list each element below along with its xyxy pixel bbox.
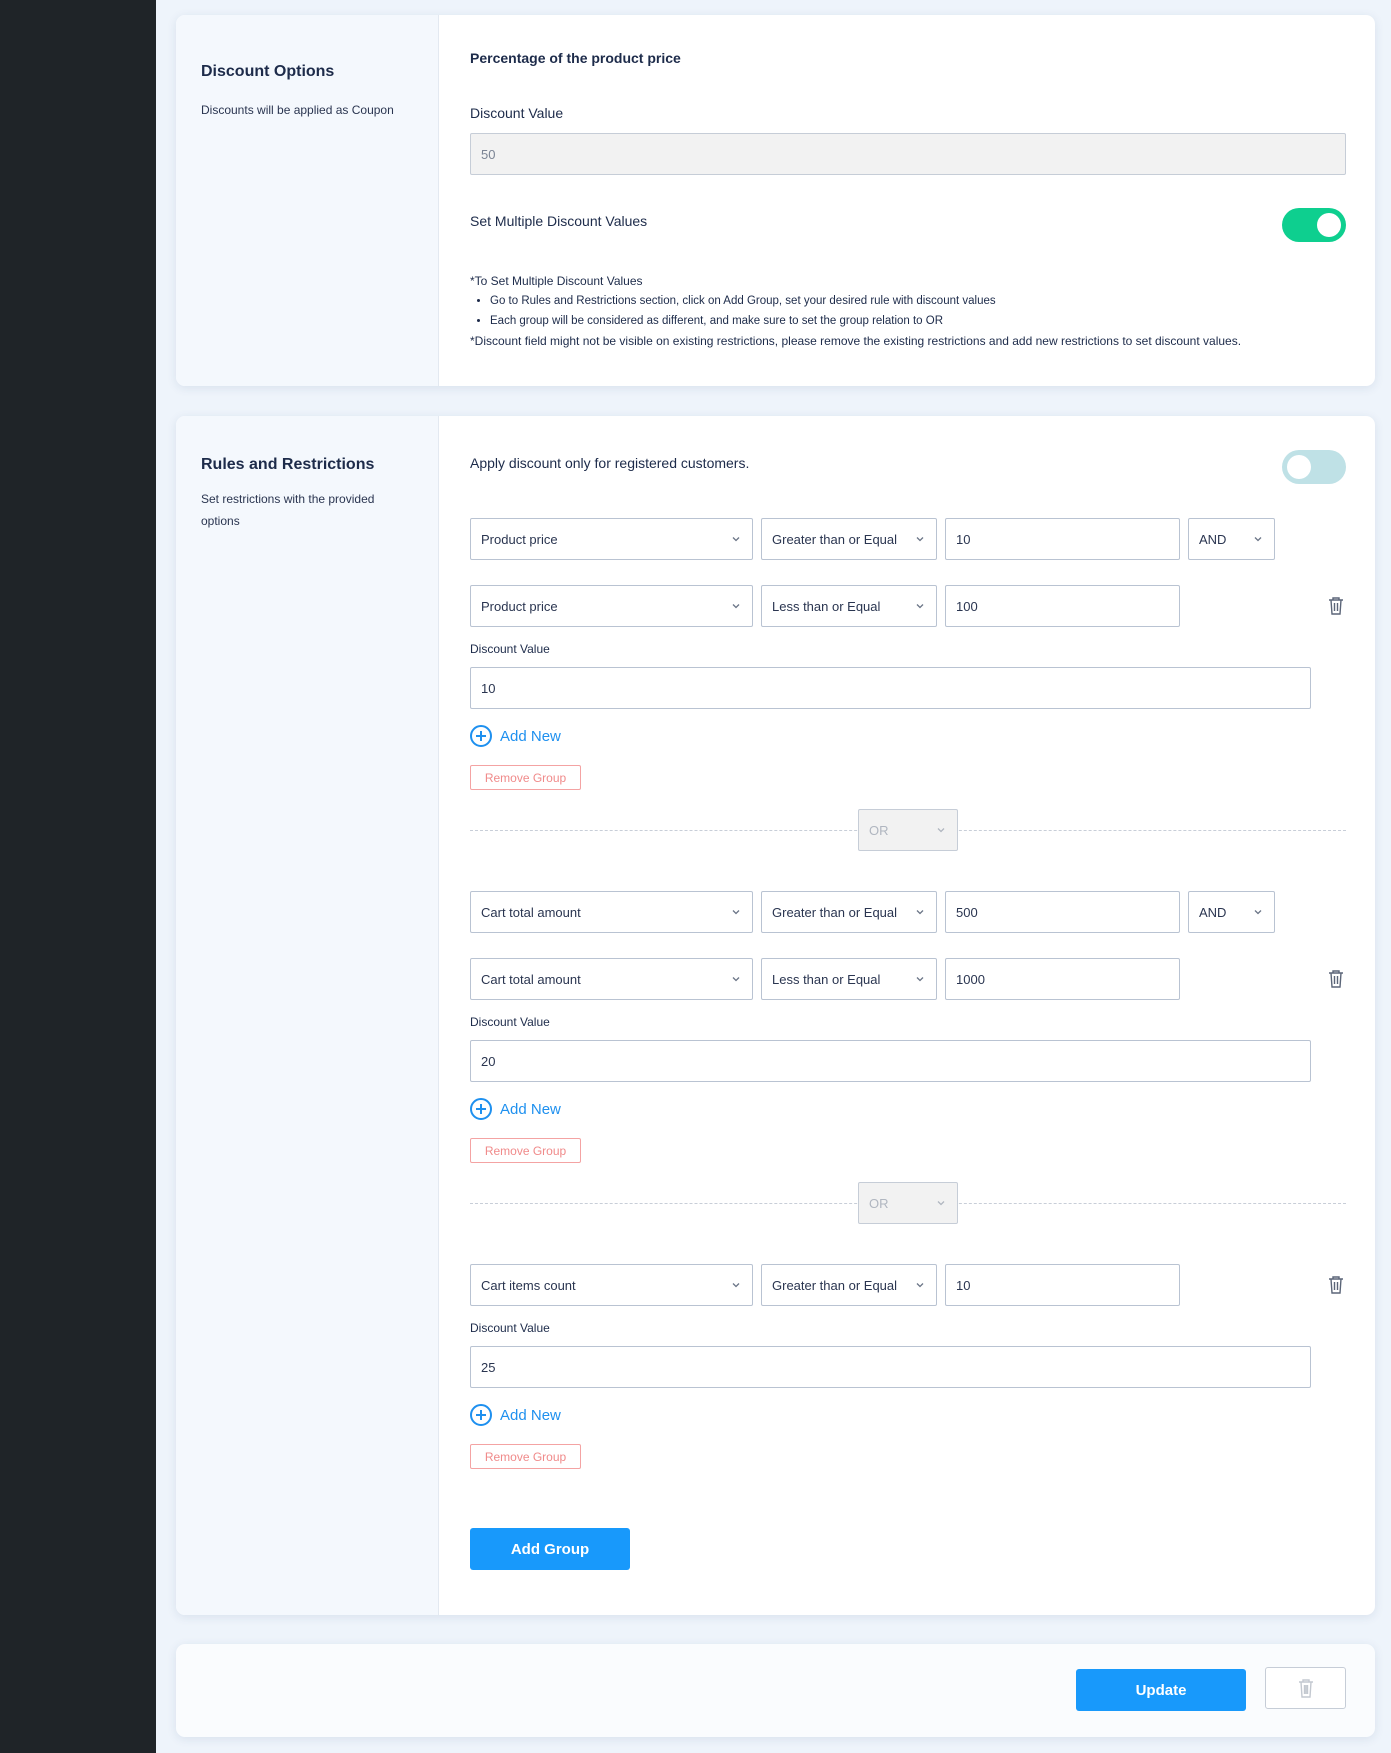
add-new-label: Add New	[500, 727, 561, 745]
rule-operator-value: Less than or Equal	[772, 598, 881, 614]
group-relation-select[interactable]: OR	[858, 809, 958, 851]
delete-rule-button[interactable]	[1327, 1275, 1345, 1295]
chevron-down-icon	[732, 537, 740, 542]
trash-icon	[1329, 1276, 1343, 1294]
chevron-down-icon	[916, 537, 924, 542]
rule-operator-value: Less than or Equal	[772, 971, 881, 987]
trash-icon	[1329, 597, 1343, 615]
rules-title: Rules and Restrictions	[201, 456, 375, 473]
rule-operator-select[interactable]: Greater than or Equal	[761, 891, 937, 933]
rule-field-select[interactable]: Cart total amount	[470, 958, 753, 1000]
group-relation-value: OR	[869, 1195, 889, 1211]
rule-value-input[interactable]: 100	[945, 585, 1180, 627]
rule-field-select[interactable]: Product price	[470, 585, 753, 627]
chevron-down-icon	[937, 1201, 945, 1206]
update-button[interactable]: Update	[1076, 1669, 1246, 1711]
note-item: Each group will be considered as differe…	[490, 311, 1350, 331]
registered-customers-label: Apply discount only for registered custo…	[470, 455, 750, 471]
trash-icon	[1298, 1679, 1313, 1698]
discount-options-subtitle: Discounts will be applied as Coupon	[201, 103, 394, 117]
rule-field-value: Cart total amount	[481, 971, 581, 987]
discount-value-label: Discount Value	[470, 105, 564, 121]
discount-type-heading: Percentage of the product price	[470, 50, 681, 66]
footer-actions-card: Update	[176, 1644, 1375, 1737]
chevron-down-icon	[732, 977, 740, 982]
plus-circle-icon	[470, 725, 492, 747]
note-footer: *Discount field might not be visible on …	[470, 334, 1242, 348]
rule-field-value: Cart total amount	[481, 904, 581, 920]
group-discount-value-label: Discount Value	[470, 642, 550, 656]
add-group-button[interactable]: Add Group	[470, 1528, 630, 1570]
rule-operator-select[interactable]: Less than or Equal	[761, 958, 937, 1000]
note-item: Go to Rules and Restrictions section, cl…	[490, 291, 1350, 311]
chevron-down-icon	[937, 828, 945, 833]
remove-group-button[interactable]: Remove Group	[470, 1444, 581, 1469]
group-discount-value-input[interactable]: 10	[470, 667, 1311, 709]
group-discount-value-label: Discount Value	[470, 1321, 550, 1335]
chevron-down-icon	[916, 910, 924, 915]
note-heading: *To Set Multiple Discount Values	[470, 274, 643, 288]
rule-operator-select[interactable]: Greater than or Equal	[761, 1264, 937, 1306]
rule-field-value: Product price	[481, 531, 558, 547]
delete-button[interactable]	[1265, 1667, 1346, 1709]
rule-relation-value: AND	[1199, 531, 1227, 547]
add-new-label: Add New	[500, 1406, 561, 1424]
plus-circle-icon	[470, 1098, 492, 1120]
add-new-label: Add New	[500, 1100, 561, 1118]
rule-relation-value: AND	[1199, 904, 1227, 920]
rule-value-input[interactable]: 10	[945, 1264, 1180, 1306]
discount-options-info: Discount Options Discounts will be appli…	[176, 15, 439, 386]
rule-operator-select[interactable]: Greater than or Equal	[761, 518, 937, 560]
rule-operator-value: Greater than or Equal	[772, 904, 898, 920]
multiple-discount-label: Set Multiple Discount Values	[470, 213, 648, 229]
rules-restrictions-card: Rules and Restrictions Set restrictions …	[176, 416, 1375, 1615]
rule-relation-select[interactable]: AND	[1188, 891, 1275, 933]
rule-operator-value: Greater than or Equal	[772, 531, 898, 547]
group-relation-select[interactable]: OR	[858, 1182, 958, 1224]
group-discount-value-label: Discount Value	[470, 1015, 550, 1029]
multiple-discount-toggle[interactable]	[1282, 208, 1346, 242]
rule-operator-value: Greater than or Equal	[772, 1277, 898, 1293]
rules-subtitle: Set restrictions with the provided optio…	[201, 492, 375, 528]
group-relation-value: OR	[869, 822, 889, 838]
chevron-down-icon	[916, 1283, 924, 1288]
registered-customers-toggle[interactable]	[1282, 450, 1346, 484]
remove-group-button[interactable]: Remove Group	[470, 765, 581, 790]
chevron-down-icon	[916, 977, 924, 982]
discount-options-card: Discount Options Discounts will be appli…	[176, 15, 1375, 386]
remove-group-button[interactable]: Remove Group	[470, 1138, 581, 1163]
chevron-down-icon	[732, 604, 740, 609]
toggle-knob	[1287, 455, 1311, 479]
rule-operator-select[interactable]: Less than or Equal	[761, 585, 937, 627]
rule-field-value: Cart items count	[481, 1277, 576, 1293]
admin-sidebar	[0, 0, 156, 1753]
rule-field-select[interactable]: Product price	[470, 518, 753, 560]
rule-field-select[interactable]: Cart items count	[470, 1264, 753, 1306]
rule-value-input[interactable]: 10	[945, 518, 1180, 560]
add-new-rule-button[interactable]: Add New	[470, 1404, 561, 1426]
discount-options-title: Discount Options	[201, 63, 335, 80]
delete-rule-button[interactable]	[1327, 969, 1345, 989]
trash-icon	[1329, 970, 1343, 988]
discount-value-input[interactable]: 50	[470, 133, 1346, 175]
add-new-rule-button[interactable]: Add New	[470, 725, 561, 747]
chevron-down-icon	[1254, 910, 1262, 915]
toggle-knob	[1317, 213, 1341, 237]
chevron-down-icon	[732, 1283, 740, 1288]
rule-value-input[interactable]: 1000	[945, 958, 1180, 1000]
rules-info: Rules and Restrictions Set restrictions …	[176, 416, 439, 1615]
chevron-down-icon	[732, 910, 740, 915]
multiple-discount-notes: *To Set Multiple Discount Values Go to R…	[470, 271, 1350, 351]
group-discount-value-input[interactable]: 20	[470, 1040, 1311, 1082]
group-discount-value-input[interactable]: 25	[470, 1346, 1311, 1388]
rule-field-value: Product price	[481, 598, 558, 614]
rule-field-select[interactable]: Cart total amount	[470, 891, 753, 933]
delete-rule-button[interactable]	[1327, 596, 1345, 616]
add-new-rule-button[interactable]: Add New	[470, 1098, 561, 1120]
rule-value-input[interactable]: 500	[945, 891, 1180, 933]
plus-circle-icon	[470, 1404, 492, 1426]
chevron-down-icon	[916, 604, 924, 609]
chevron-down-icon	[1254, 537, 1262, 542]
rule-relation-select[interactable]: AND	[1188, 518, 1275, 560]
